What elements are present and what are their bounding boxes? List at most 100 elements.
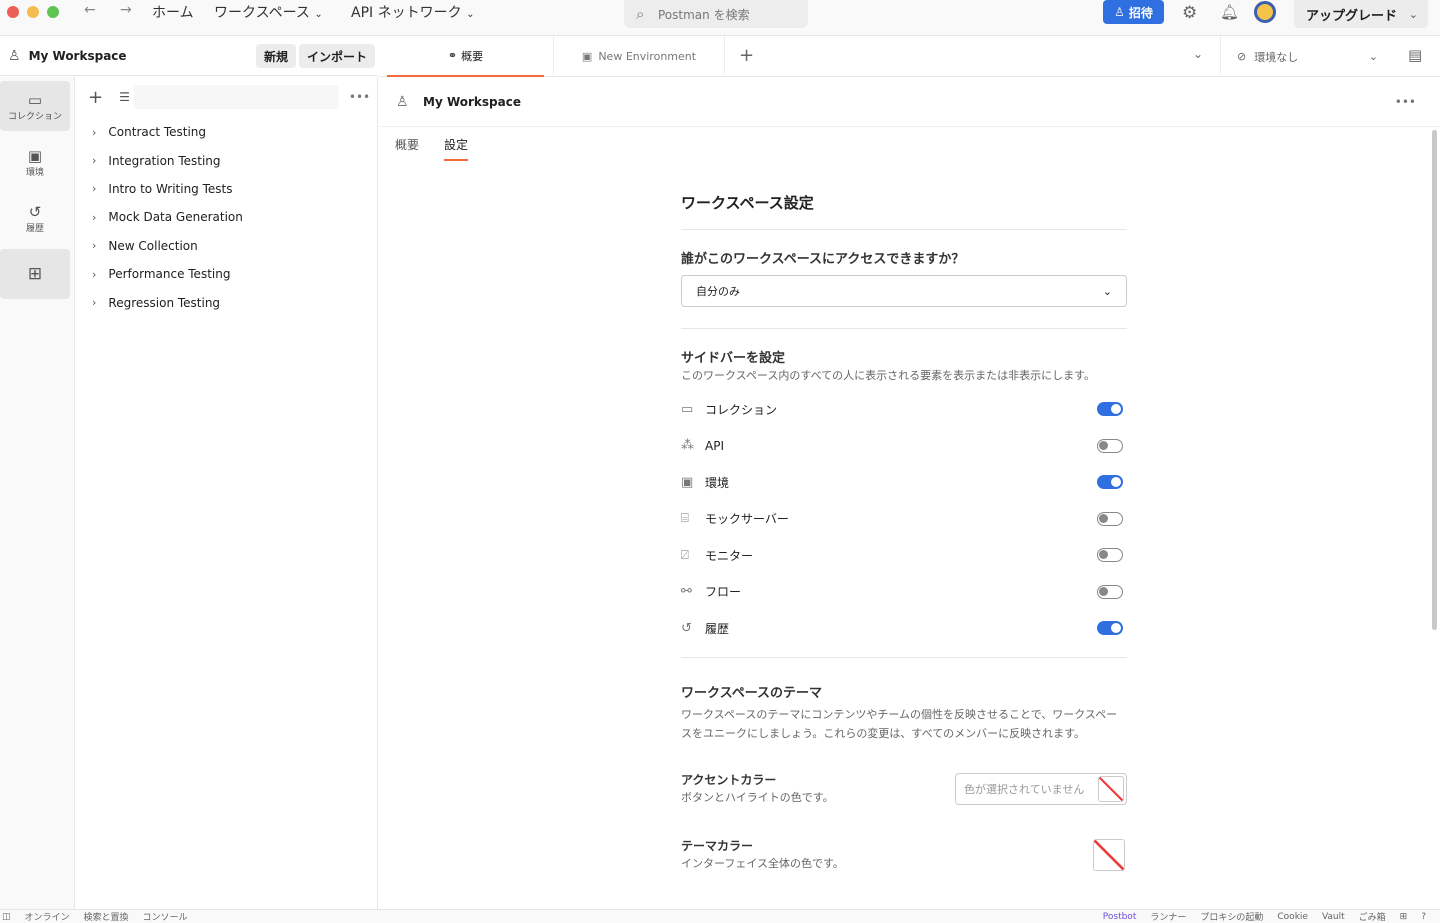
rail-item-environments[interactable]: ▣ 環境 <box>0 137 70 187</box>
divider <box>681 328 1127 329</box>
chevron-right-icon: › <box>92 267 97 281</box>
collection-item[interactable]: › New Collection <box>76 232 377 260</box>
runner-button[interactable]: ランナー <box>1150 910 1186 923</box>
search-input[interactable]: ⌕ Postman を検索 <box>624 0 808 28</box>
toggle-label: 環境 <box>705 475 730 490</box>
bell-icon[interactable]: 🔔︎ <box>1220 3 1239 21</box>
flows-toggle[interactable] <box>1097 584 1123 599</box>
upgrade-label: アップグレード <box>1306 8 1398 24</box>
toggle-label: API <box>705 438 724 453</box>
workspace-name[interactable]: My Workspace <box>29 49 127 63</box>
collection-icon: ▭ <box>681 401 694 417</box>
user-plus-icon: ♙ <box>1114 5 1125 19</box>
accent-color-picker[interactable]: 色が選択されていません <box>955 772 1127 805</box>
mock-server-icon: ⌸ <box>681 511 689 527</box>
rail-item-collections[interactable]: ▭ コレクション <box>0 81 70 131</box>
user-icon: ♙ <box>396 94 409 110</box>
monitors-toggle[interactable] <box>1097 548 1123 563</box>
mock-servers-toggle[interactable] <box>1097 511 1123 526</box>
theme-color-label: テーマカラー <box>681 838 754 853</box>
divider <box>681 229 1127 230</box>
minimize-window-button[interactable] <box>27 6 39 18</box>
title-bar: ← → ホーム ワークスペース ⌄ API ネットワーク ⌄ ⌕ Postman … <box>0 0 1440 36</box>
collection-item[interactable]: › Mock Data Generation <box>76 203 377 231</box>
history-toggle[interactable] <box>1097 621 1123 636</box>
tab-new-environment[interactable]: ▣ New Environment <box>553 36 725 77</box>
collection-name: Performance Testing <box>108 267 231 282</box>
environment-quick-look-icon[interactable]: ▤ <box>1408 46 1422 64</box>
new-button[interactable]: 新規 <box>256 44 297 68</box>
subtab-settings[interactable]: 設定 <box>444 136 469 161</box>
collection-item[interactable]: › Intro to Writing Tests <box>76 175 377 203</box>
toggle-row-history: ↺ 履歴 <box>681 610 1127 647</box>
collection-name: Intro to Writing Tests <box>108 181 233 196</box>
back-arrow-icon[interactable]: ← <box>84 2 96 18</box>
start-proxy-button[interactable]: プロキシの起動 <box>1200 910 1263 923</box>
sidebar-toggle-icon[interactable]: ◫ <box>2 912 11 922</box>
binoculars-icon: ⚭ <box>447 49 458 62</box>
online-status[interactable]: オンライン <box>25 910 70 923</box>
postbot-button[interactable]: Postbot <box>1103 912 1137 922</box>
new-tab-plus-icon[interactable]: + <box>739 45 754 66</box>
access-select[interactable]: 自分のみ ⌄ <box>681 275 1127 307</box>
layout-icon[interactable]: ⊞ <box>1400 912 1408 922</box>
rail-item-history[interactable]: ↺ 履歴 <box>0 193 70 243</box>
divider <box>681 656 1127 658</box>
subtab-overview[interactable]: 概要 <box>395 136 419 153</box>
toggle-row-flows: ⚯ フロー <box>681 574 1127 611</box>
sidebar-toggle-list: ▭ コレクション ⁂ API ▣ 環境 ⌸ モックサーバー ⍁ モニター ⚯ フロー ↺ 履歴 <box>681 391 1127 647</box>
console-button[interactable]: コンソール <box>143 910 188 923</box>
home-link[interactable]: ホーム <box>152 2 194 22</box>
theme-title: ワークスペースのテーマ <box>681 685 823 701</box>
help-icon[interactable]: ? <box>1421 912 1426 922</box>
chevron-down-icon[interactable]: ⌄ <box>1409 8 1418 21</box>
import-button[interactable]: インポート <box>299 44 376 68</box>
trash-button[interactable]: ごみ箱 <box>1359 910 1386 923</box>
tab-bar: ⚭ 概要 ▣ New Environment + ⌄ ⊘ 環境なし ⌄ ▤ <box>379 36 1440 77</box>
rail-label: 環境 <box>25 167 44 178</box>
collection-name: Contract Testing <box>108 125 207 140</box>
toggle-row-monitors: ⍁ モニター <box>681 537 1127 574</box>
rail-item-configure[interactable]: ⊞ <box>0 249 70 299</box>
filter-icon[interactable]: ☰ <box>119 90 130 104</box>
tabs-chevron-down-icon[interactable]: ⌄ <box>1193 47 1203 61</box>
scrollbar[interactable] <box>1432 130 1437 630</box>
toggle-row-api: ⁂ API <box>681 428 1127 465</box>
avatar[interactable] <box>1254 1 1276 23</box>
api-toggle[interactable] <box>1097 438 1123 453</box>
theme-color-desc: インターフェイス全体の色です。 <box>681 856 844 870</box>
settings-title: ワークスペース設定 <box>681 194 814 212</box>
monitor-icon: ⍁ <box>681 547 689 563</box>
find-replace-button[interactable]: 検索と置換 <box>84 910 129 923</box>
environments-toggle[interactable] <box>1097 475 1123 490</box>
tab-overview[interactable]: ⚭ 概要 <box>387 36 544 77</box>
flow-icon: ⚯ <box>681 584 692 600</box>
theme-color-picker[interactable] <box>1093 838 1125 871</box>
more-icon[interactable]: ••• <box>349 90 370 104</box>
upgrade-button[interactable]: アップグレード ⌄ <box>1294 0 1428 28</box>
collections-toggle[interactable] <box>1097 402 1123 417</box>
more-icon[interactable]: ••• <box>1395 95 1416 109</box>
tab-label: 概要 <box>461 49 484 63</box>
cookies-button[interactable]: Cookie <box>1277 912 1308 922</box>
collection-item[interactable]: › Regression Testing <box>76 288 377 316</box>
collection-item[interactable]: › Performance Testing <box>76 260 377 288</box>
collections-panel: + ☰ ••• › Contract Testing › Integration T… <box>76 77 378 909</box>
sidebar-rail: ▭ コレクション ▣ 環境 ↺ 履歴 ⊞ <box>0 77 75 909</box>
plus-icon[interactable]: + <box>88 87 103 108</box>
api-network-menu[interactable]: API ネットワーク ⌄ <box>351 2 474 22</box>
environment-selector[interactable]: ⊘ 環境なし ⌄ <box>1220 36 1390 77</box>
maximize-window-button[interactable] <box>47 6 59 18</box>
collections-search-input[interactable] <box>133 85 339 109</box>
collection-item[interactable]: › Integration Testing <box>76 146 377 174</box>
chevron-down-icon: ⌄ <box>466 9 475 20</box>
workspaces-menu[interactable]: ワークスペース ⌄ <box>214 2 323 22</box>
close-window-button[interactable] <box>7 6 19 18</box>
gear-icon[interactable]: ⚙ <box>1182 3 1197 23</box>
collection-item[interactable]: › Contract Testing <box>76 118 377 146</box>
vault-button[interactable]: Vault <box>1322 912 1345 922</box>
forward-arrow-icon[interactable]: → <box>120 2 132 18</box>
access-value: 自分のみ <box>696 285 740 298</box>
accent-color-desc: ボタンとハイライトの色です。 <box>681 790 834 804</box>
invite-button[interactable]: ♙ 招待 <box>1103 0 1164 24</box>
